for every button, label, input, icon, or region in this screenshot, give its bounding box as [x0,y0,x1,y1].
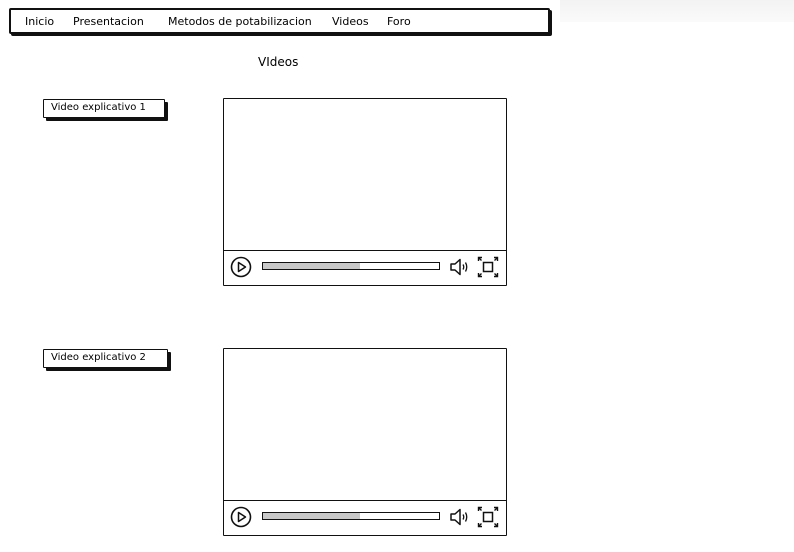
video-controls [224,251,506,285]
nav-item-inicio[interactable]: Inicio [25,15,54,29]
nav-item-metodos-de-potabilizacion[interactable]: Metodos de potabilizacion [168,15,312,29]
video-player-2[interactable] [223,348,507,536]
progress-bar[interactable] [262,262,440,270]
nav-item-videos[interactable]: Videos [332,15,369,29]
video-label-1: Video explicativo 1 [43,99,165,118]
volume-icon[interactable] [449,507,471,527]
page-title: VIdeos [258,55,299,69]
progress-bar[interactable] [262,512,440,520]
play-icon[interactable] [230,256,252,278]
main-navigation: Inicio Presentacion Metodos de potabiliz… [9,8,550,34]
fullscreen-icon[interactable] [477,256,499,278]
volume-icon[interactable] [449,257,471,277]
nav-item-foro[interactable]: Foro [387,15,411,29]
video-screen[interactable] [224,349,506,501]
fullscreen-icon[interactable] [477,506,499,528]
progress-fill [263,263,360,269]
nav-item-presentacion[interactable]: Presentacion [73,15,144,29]
top-right-background [560,0,794,22]
video-screen[interactable] [224,99,506,251]
progress-fill [263,513,360,519]
video-controls [224,501,506,535]
play-icon[interactable] [230,506,252,528]
video-label-2: Video explicativo 2 [43,349,168,368]
video-player-1[interactable] [223,98,507,286]
